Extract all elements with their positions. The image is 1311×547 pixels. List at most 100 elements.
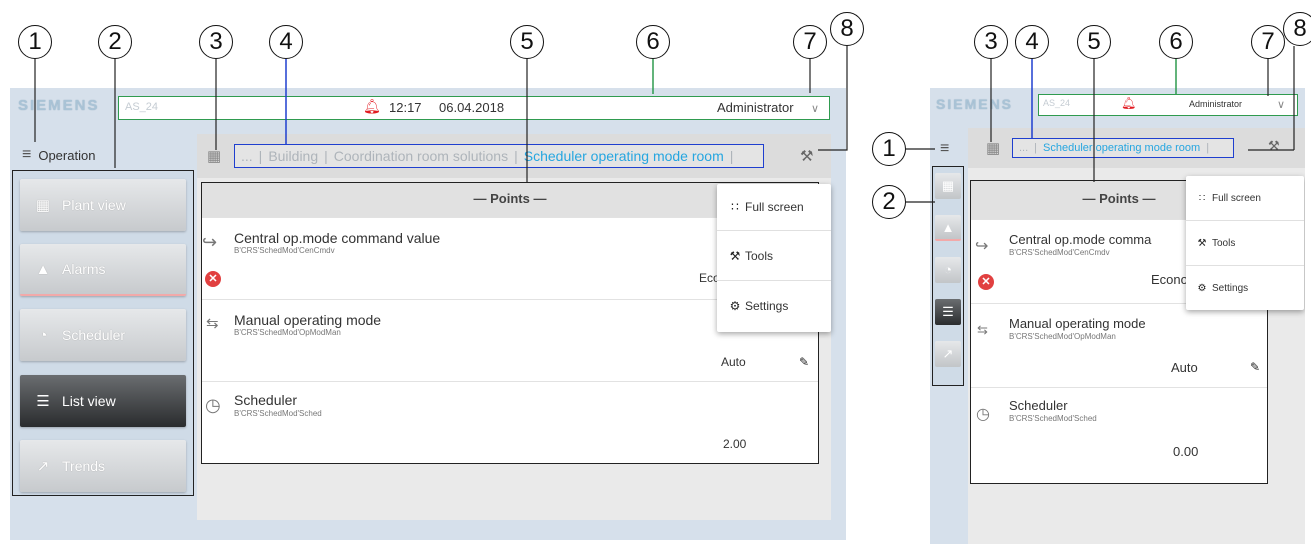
point-name: Scheduler xyxy=(1009,398,1068,413)
tools-icon[interactable]: ⚒ xyxy=(1268,138,1280,154)
context-menu: ∷ Full screen ⚒ Tools ⚙ Settings xyxy=(1186,176,1304,310)
nav-scheduler-label: Scheduler xyxy=(62,327,126,343)
clock-icon: ◔ xyxy=(944,262,952,277)
clock-icon: ◔ xyxy=(38,326,48,344)
list-item[interactable]: ◷ Scheduler B'CRS'SchedMod'Sched 2.00 xyxy=(202,381,818,463)
menu-tools[interactable]: ⚒ Tools xyxy=(717,230,831,280)
menu-full-screen[interactable]: ∷ Full screen xyxy=(717,184,831,230)
top-status-bar: AS_24 🔔︎ Administrator ∨ xyxy=(1038,94,1298,116)
menu-full-screen-label: Full screen xyxy=(1212,192,1261,204)
point-value: Auto xyxy=(721,355,746,369)
nav-trends[interactable]: ↗ xyxy=(935,341,961,367)
point-name: Manual operating mode xyxy=(1009,316,1146,331)
point-value: 2.00 xyxy=(723,437,747,451)
nav-plant-view-label: Plant view xyxy=(62,197,126,213)
callout-8: 8 xyxy=(830,12,864,46)
callout-3: 3 xyxy=(199,25,233,59)
menu-tools-label: Tools xyxy=(745,248,774,263)
manual-mode-icon: ⇆ xyxy=(977,322,988,337)
point-path: B'CRS'SchedMod'Sched xyxy=(234,409,322,418)
list-item[interactable]: ⇆ Manual operating mode B'CRS'SchedMod'O… xyxy=(971,303,1267,387)
date: 06.04.2018 xyxy=(439,100,505,115)
user-menu[interactable]: Administrator xyxy=(717,100,794,115)
callout-8-right: 8 xyxy=(1283,12,1311,46)
nav-plant-view[interactable]: ▦ Plant view xyxy=(20,179,186,231)
nav-plant-view[interactable]: ▦ xyxy=(935,173,961,199)
list-icon: ☰ xyxy=(36,393,50,410)
command-value-icon: ↪ xyxy=(975,238,989,255)
chevron-down-icon[interactable]: ∨ xyxy=(1277,98,1285,111)
menu-full-screen[interactable]: ∷ Full screen xyxy=(1186,176,1304,220)
point-path: B'CRS'SchedMod'CenCmdv xyxy=(234,246,335,255)
edit-pencil-icon[interactable]: ✎ xyxy=(799,355,809,369)
menu-tools-label: Tools xyxy=(1212,237,1236,249)
point-value: Auto xyxy=(1171,360,1198,375)
nav-list-view[interactable]: ☰ List view xyxy=(20,375,186,427)
operator-screen-collapsed: SIEMENS AS_24 🔔︎ Administrator ∨ ≡ ▦ ▲ ◔… xyxy=(930,88,1305,544)
hamburger-icon[interactable]: ≡ xyxy=(940,140,949,158)
main-content: ▦ ... | Building | Coordination room sol… xyxy=(197,134,831,520)
callout-6: 6 xyxy=(636,25,670,59)
grid-menu-icon[interactable]: ▦ xyxy=(207,147,221,165)
nav-alarms-label: Alarms xyxy=(62,261,106,277)
hamburger-icon: ≡ xyxy=(22,146,32,163)
callout-1-right: 1 xyxy=(872,132,906,166)
callout-3-right: 3 xyxy=(974,25,1008,59)
alarm-bell-icon[interactable]: 🔔︎ xyxy=(1121,96,1136,110)
full-screen-icon: ∷ xyxy=(1198,192,1206,204)
callout-2: 2 xyxy=(98,25,132,59)
callout-6-right: 6 xyxy=(1159,25,1193,59)
edit-pencil-icon[interactable]: ✎ xyxy=(1250,360,1260,374)
user-menu[interactable]: Administrator xyxy=(1189,99,1242,109)
menu-full-screen-label: Full screen xyxy=(745,200,804,214)
point-name: Central op.mode command value xyxy=(234,230,441,246)
breadcrumb-root[interactable]: ... xyxy=(1019,142,1028,154)
breadcrumb-building[interactable]: Building xyxy=(268,148,318,164)
menu-settings[interactable]: ⚙ Settings xyxy=(1186,265,1304,310)
nav-trends[interactable]: ↗ Trends xyxy=(20,440,186,492)
gear-icon: ⚙ xyxy=(1197,282,1207,294)
error-icon: ✕ xyxy=(205,271,221,287)
breadcrumb-coordination[interactable]: Coordination room solutions xyxy=(334,148,508,164)
tools-icon[interactable]: ⚒ xyxy=(800,147,813,165)
point-name: Central op.mode comma xyxy=(1009,232,1152,247)
clock-icon: ◷ xyxy=(205,395,221,415)
nav-list-view[interactable]: ☰ xyxy=(935,299,961,325)
nav-scheduler[interactable]: ◔ xyxy=(935,257,961,283)
callout-4: 4 xyxy=(269,25,303,59)
list-item[interactable]: ◷ Scheduler B'CRS'SchedMod'Sched 0.00 xyxy=(971,387,1267,483)
callout-7-right: 7 xyxy=(1251,25,1285,59)
callout-5: 5 xyxy=(510,25,544,59)
point-path: B'CRS'SchedMod'OpModMan xyxy=(1009,332,1116,341)
breadcrumb: ... | Scheduler operating mode room | xyxy=(1012,138,1234,158)
wrench-icon: ⚒ xyxy=(1197,237,1207,249)
breadcrumb-current: Scheduler operating mode room xyxy=(523,148,724,164)
chevron-down-icon[interactable]: ∨ xyxy=(811,102,819,115)
clock-icon: ◷ xyxy=(976,406,990,423)
gear-icon: ⚙ xyxy=(729,298,741,313)
siemens-logo: SIEMENS xyxy=(18,97,100,114)
breadcrumb-root[interactable]: ... xyxy=(241,148,253,164)
nav-list-view-label: List view xyxy=(62,393,116,409)
point-name: Manual operating mode xyxy=(234,312,382,328)
main-navigation: ▦ ▲ ◔ ☰ ↗ xyxy=(932,166,964,386)
operation-label: Operation xyxy=(38,147,96,163)
operation-menu-button[interactable]: ≡ Operation xyxy=(22,146,95,164)
nav-alarms[interactable]: ▲ xyxy=(935,215,961,241)
trend-chart-icon: ↗ xyxy=(36,458,50,475)
grid-menu-icon[interactable]: ▦ xyxy=(986,139,1000,157)
nav-trends-label: Trends xyxy=(62,458,106,474)
callout-1: 1 xyxy=(18,25,52,59)
menu-tools[interactable]: ⚒ Tools xyxy=(1186,220,1304,265)
breadcrumb: ... | Building | Coordination room solut… xyxy=(234,144,764,168)
clock-time: 12:17 xyxy=(389,100,422,115)
top-status-bar: AS_24 🔔︎ 12:17 06.04.2018 Administrator … xyxy=(118,96,830,120)
alarm-bell-icon[interactable]: 🔔︎ xyxy=(363,98,381,115)
operator-screen-full: SIEMENS AS_24 🔔︎ 12:17 06.04.2018 Admini… xyxy=(10,88,846,540)
nav-alarms[interactable]: ▲ Alarms xyxy=(20,244,186,296)
device-name: AS_24 xyxy=(125,101,159,113)
callout-2-right: 2 xyxy=(872,185,906,219)
menu-settings[interactable]: ⚙ Settings xyxy=(717,280,831,330)
nav-scheduler[interactable]: ◔ Scheduler xyxy=(20,309,186,361)
point-value: 0.00 xyxy=(1173,444,1199,459)
